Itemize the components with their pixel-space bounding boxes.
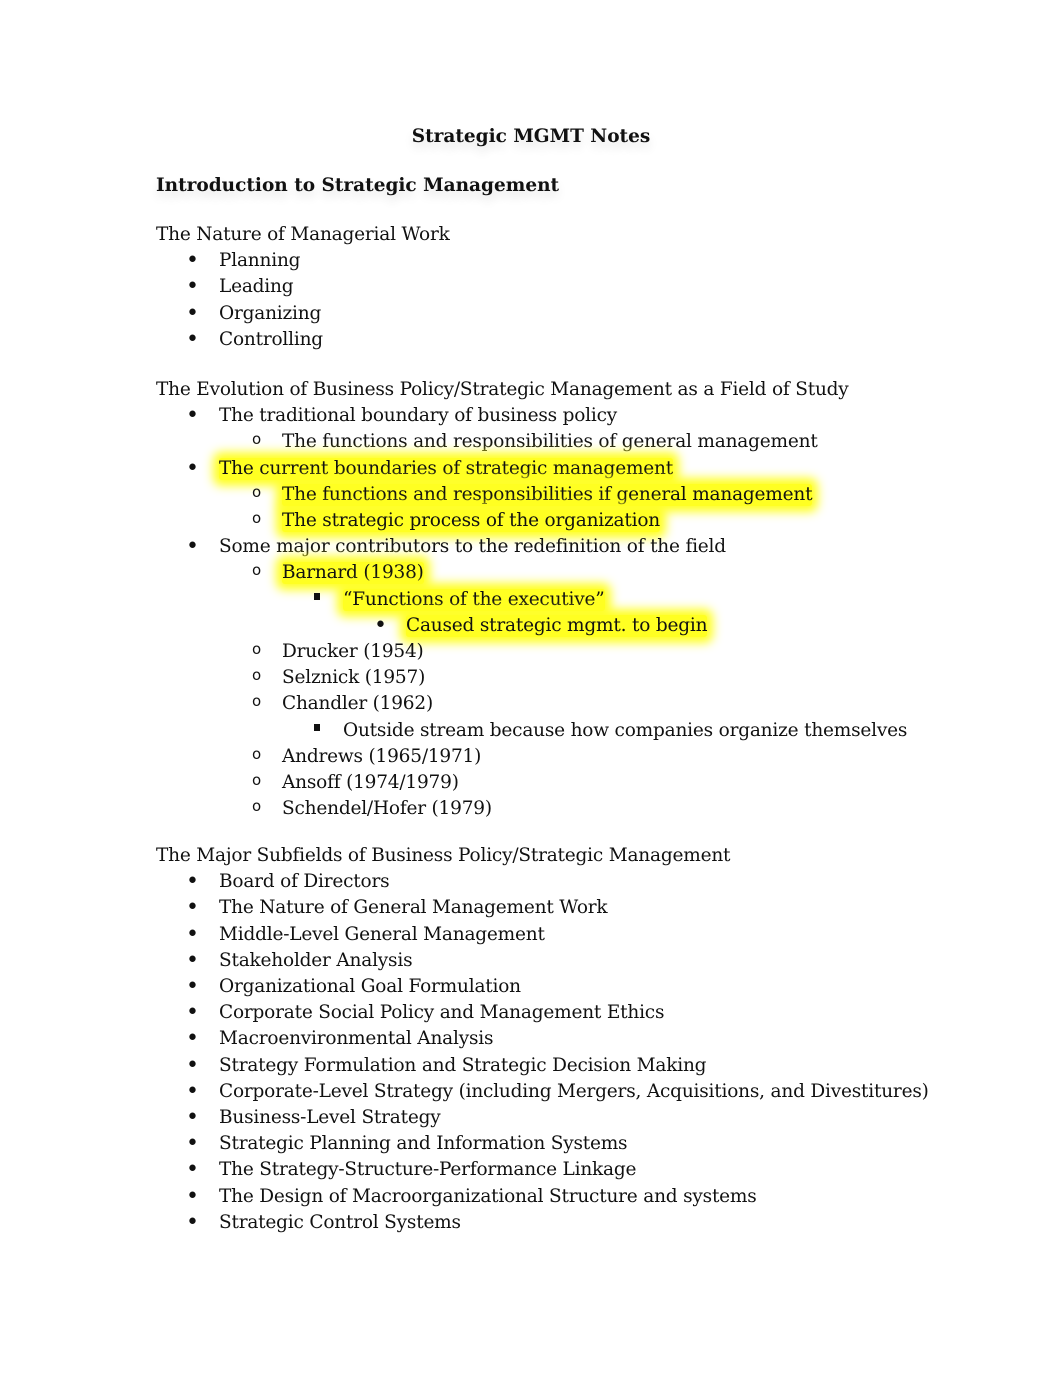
list-item: Board of Directors <box>219 871 390 893</box>
bullet-icon <box>186 1159 199 1182</box>
list-item: Stakeholder Analysis <box>219 949 413 971</box>
list-item: The functions and responsibilities if ge… <box>282 483 813 506</box>
section-title: The Evolution of Business Policy/Strateg… <box>156 379 849 400</box>
circle-bullet-icon: o <box>252 509 262 527</box>
list-item: Strategy Formulation and Strategic Decis… <box>219 1054 707 1076</box>
circle-bullet-icon: o <box>252 771 262 789</box>
section-title: The Nature of Managerial Work <box>156 224 450 245</box>
list-item: Planning <box>219 250 301 272</box>
list-item: Macroenvironmental Analysis <box>219 1028 494 1050</box>
list-item: Andrews (1965/1971) <box>282 745 482 767</box>
list-item: The current boundaries of strategic mana… <box>219 457 673 480</box>
section-heading: Introduction to Strategic Management <box>156 175 560 196</box>
bullet-icon <box>186 1186 199 1209</box>
circle-bullet-icon: o <box>252 640 262 658</box>
list-item: Controlling <box>219 328 323 350</box>
list-item: The functions and responsibilities of ge… <box>282 431 818 453</box>
circle-bullet-icon: o <box>252 692 262 711</box>
list-item: Strategic Control Systems <box>219 1211 461 1233</box>
circle-bullet-icon: o <box>252 744 262 763</box>
list-item: Outside stream because how companies org… <box>343 719 908 741</box>
bullet-icon <box>186 329 199 352</box>
list-item: Caused strategic mgmt. to begin <box>406 614 708 637</box>
circle-bullet-icon: o <box>252 797 262 816</box>
bullet-icon <box>186 871 199 894</box>
bullet-icon <box>186 950 199 973</box>
list-item: Schendel/Hofer (1979) <box>282 798 492 820</box>
bullet-icon <box>186 1028 199 1051</box>
bullet-icon <box>186 1002 199 1025</box>
list-item: Chandler (1962) <box>282 693 433 715</box>
list-item: Selznick (1957) <box>282 667 426 689</box>
circle-bullet-icon: o <box>252 666 262 685</box>
bullet-icon <box>186 458 199 481</box>
list-item: Ansoff (1974/1979) <box>282 772 459 793</box>
bullet-icon <box>186 303 199 326</box>
list-item: Organizational Goal Formulation <box>219 976 521 997</box>
document-title: Strategic MGMT Notes <box>411 126 651 147</box>
list-item: The Nature of General Management Work <box>219 897 608 919</box>
bullet-icon <box>186 1107 199 1130</box>
bullet-icon <box>186 897 199 920</box>
circle-bullet-icon: o <box>252 430 262 449</box>
list-item: The strategic process of the organizatio… <box>282 510 660 532</box>
list-item: Middle-Level General Management <box>219 923 545 945</box>
square-bullet-icon <box>314 720 320 742</box>
list-item: Leading <box>219 276 294 298</box>
list-item: The traditional boundary of business pol… <box>219 405 618 427</box>
bullet-icon <box>186 536 199 559</box>
square-bullet-icon <box>314 589 320 611</box>
list-item: The Strategy-Structure-Performance Linka… <box>219 1159 637 1181</box>
bullet-icon <box>186 250 199 273</box>
circle-bullet-icon: o <box>252 482 262 501</box>
document-page: Strategic MGMT Notes Introduction to Str… <box>0 0 1062 1377</box>
list-item: Drucker (1954) <box>282 641 424 662</box>
bullet-icon <box>186 405 199 428</box>
list-item: The Design of Macroorganizational Struct… <box>219 1185 757 1207</box>
list-item: Strategic Planning and Information Syste… <box>219 1133 628 1155</box>
section-title: The Major Subfields of Business Policy/S… <box>156 845 731 866</box>
bullet-icon <box>186 1212 199 1235</box>
bullet-icon <box>186 976 199 999</box>
list-item: Corporate Social Policy and Management E… <box>219 1002 665 1024</box>
circle-bullet-icon: o <box>252 561 262 580</box>
list-item: “Functions of the executive” <box>343 588 605 611</box>
bullet-icon <box>186 1081 199 1104</box>
bullet-icon <box>186 924 199 947</box>
bullet-icon <box>186 1133 199 1156</box>
bullet-icon <box>374 615 387 638</box>
bullet-icon <box>186 1055 199 1078</box>
list-item: Barnard (1938) <box>282 562 424 585</box>
bullet-icon <box>186 276 199 299</box>
list-item: Corporate-Level Strategy (including Merg… <box>219 1080 929 1102</box>
list-item: Organizing <box>219 302 322 324</box>
list-item: Business-Level Strategy <box>219 1107 441 1128</box>
list-item: Some major contributors to the redefinit… <box>219 536 726 558</box>
